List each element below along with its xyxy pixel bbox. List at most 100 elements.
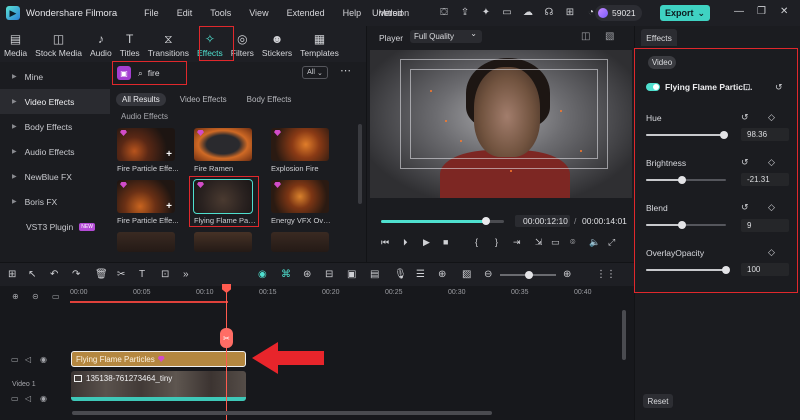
reset-effect-icon[interactable]: ↺ [775, 82, 783, 93]
gift-icon[interactable]: ⛋ [437, 5, 451, 19]
favorites-button[interactable]: ▣ [117, 66, 131, 80]
playback-scrubber[interactable] [481, 217, 490, 225]
timeline-horizontal-scrollbar[interactable] [72, 411, 492, 415]
menu-edit[interactable]: Edit [168, 8, 202, 18]
folder-icon[interactable]: ▭ [11, 394, 19, 403]
undo-icon[interactable]: ↶ [50, 269, 58, 280]
timeline-grid-icon[interactable]: ⋮⋮ [596, 269, 616, 280]
keyframe-settings-icon[interactable]: ⊡ [743, 82, 751, 93]
overlay-opacity-value-input[interactable]: 100 [741, 263, 789, 276]
effect-enable-toggle[interactable] [646, 83, 660, 91]
crop-icon[interactable]: ⊡ [161, 269, 169, 280]
filter-tab-video-effects[interactable]: Video Effects [174, 93, 233, 106]
overlay-opacity-slider[interactable] [722, 266, 730, 274]
scissors-icon[interactable]: ✂ [117, 269, 125, 280]
export-frame-icon[interactable]: ⇥ [513, 237, 521, 248]
search-input[interactable]: ⌕ fire [138, 65, 226, 81]
effect-card[interactable]: Fire Ramen [194, 128, 252, 173]
magnet-icon[interactable]: ⌘ [281, 269, 291, 280]
reset-icon[interactable]: ↺ [741, 202, 749, 213]
sidebar-item-body-effects[interactable]: ▶ Body Effects [0, 114, 110, 139]
keyframe-icon[interactable]: ◇ [768, 112, 775, 123]
tab-stickers[interactable]: ☻ Stickers [258, 28, 296, 62]
reset-icon[interactable]: ↺ [741, 112, 749, 123]
video-section-chip[interactable]: Video [648, 56, 676, 69]
render-preview-icon[interactable]: ▤ [370, 269, 379, 280]
menu-extended[interactable]: Extended [278, 8, 334, 18]
ai-tool-icon[interactable]: ▣ [347, 269, 356, 280]
speed-icon[interactable]: ⊕ [438, 269, 446, 280]
tab-stock-media[interactable]: ◫ Stock Media [31, 28, 86, 62]
brightness-slider[interactable] [678, 176, 686, 184]
play-reverse-icon[interactable]: ⏵ [403, 237, 408, 248]
grid-icon[interactable]: ⊞ [563, 5, 577, 19]
folder-icon[interactable]: ▭ [11, 355, 19, 364]
playback-progress[interactable] [381, 220, 486, 223]
zoom-out-icon[interactable]: ⊖ [484, 269, 492, 280]
tab-effects[interactable]: ✧ Effects [193, 28, 227, 62]
marker-icon[interactable]: ⊛ [303, 269, 311, 280]
tab-media[interactable]: ▤ Media [0, 28, 31, 62]
close-icon[interactable]: ✕ [780, 6, 788, 17]
cloud-icon[interactable]: ☁ [521, 5, 535, 19]
mark-in-icon[interactable]: { [475, 237, 478, 247]
playhead-handle[interactable] [222, 284, 231, 293]
link-icon[interactable]: ⊝ [32, 292, 39, 301]
tab-effects-properties[interactable]: Effects [641, 29, 677, 46]
effect-card[interactable]: + Fire Particle Effe... [117, 180, 179, 225]
reset-icon[interactable]: ↺ [741, 157, 749, 168]
add-track-icon[interactable]: ⊕ [12, 292, 19, 301]
snap-icon[interactable]: ◉ [258, 269, 267, 280]
upload-icon[interactable]: ⇪ [458, 5, 472, 19]
filter-tab-body-effects[interactable]: Body Effects [241, 93, 298, 106]
snapshot-view-icon[interactable]: ▧ [605, 31, 614, 42]
sidebar-item-newblue-fx[interactable]: ▶ NewBlue FX [0, 164, 110, 189]
zoom-in-icon[interactable]: ⊕ [563, 269, 571, 280]
mosaic-icon[interactable]: ▨ [462, 269, 471, 280]
camera-icon[interactable]: ⌾ [570, 237, 575, 248]
text-tool-icon[interactable]: T [139, 269, 145, 280]
sidebar-item-boris-fx[interactable]: ▶ Boris FX [0, 189, 110, 214]
monitor-icon[interactable]: ▭ [500, 5, 514, 19]
speaker-icon[interactable]: ◁ [25, 394, 31, 403]
audio-sync-icon[interactable]: ⊟ [325, 269, 333, 280]
effect-card-selected[interactable]: Flying Flame Par... [193, 179, 256, 225]
eye-icon[interactable]: ◉ [40, 394, 47, 403]
fullscreen-icon[interactable]: ⤢ [608, 237, 615, 248]
keyframe-icon[interactable]: ◇ [768, 202, 775, 213]
hue-slider[interactable] [720, 131, 729, 139]
effect-card[interactable] [271, 232, 329, 252]
effect-card[interactable] [194, 232, 252, 252]
minimize-icon[interactable]: — [734, 6, 744, 17]
sidebar-item-audio-effects[interactable]: ▶ Audio Effects [0, 139, 110, 164]
menu-help[interactable]: Help [334, 8, 371, 18]
select-tool-icon[interactable]: ↖ [28, 269, 36, 280]
quality-dropdown[interactable]: Full Quality [410, 29, 482, 43]
tab-audio[interactable]: ♪ Audio [86, 28, 116, 62]
filter-tab-all-results[interactable]: All Results [116, 93, 166, 106]
hue-value-input[interactable]: 98.36 [741, 128, 789, 141]
playhead[interactable] [226, 286, 227, 420]
keyframe-icon[interactable]: ◇ [768, 157, 775, 168]
sidebar-item-vst3-plugin[interactable]: VST3 Plugin NEW [0, 214, 110, 239]
tab-filters[interactable]: ◎ Filters [227, 28, 258, 62]
timeline-vertical-scrollbar[interactable] [622, 310, 626, 360]
bulb-icon[interactable]: ✦ [479, 5, 493, 19]
layout-icon[interactable]: ⊞ [8, 269, 16, 280]
effect-card[interactable]: Energy VFX Ove... [271, 180, 333, 225]
browser-scrollbar[interactable] [358, 124, 362, 204]
zoom-slider[interactable] [525, 271, 533, 279]
voiceover-icon[interactable]: ☰ [416, 269, 425, 280]
menu-view[interactable]: View [240, 8, 277, 18]
monitor-icon[interactable]: ▭ [551, 237, 560, 248]
redo-icon[interactable]: ↷ [72, 269, 80, 280]
tab-titles[interactable]: T Titles [116, 28, 144, 62]
speaker-icon[interactable]: ◁ [25, 355, 31, 364]
track-settings-icon[interactable]: ▭ [52, 292, 60, 301]
video-clip[interactable]: 135138-761273464_tiny [71, 371, 246, 401]
mark-out-icon[interactable]: } [495, 237, 498, 247]
blend-value-input[interactable]: 9 [741, 219, 789, 232]
add-icon[interactable]: + [166, 202, 172, 212]
render-icon[interactable]: ⇲ [535, 237, 543, 248]
effect-card[interactable]: Explosion Fire [271, 128, 329, 173]
